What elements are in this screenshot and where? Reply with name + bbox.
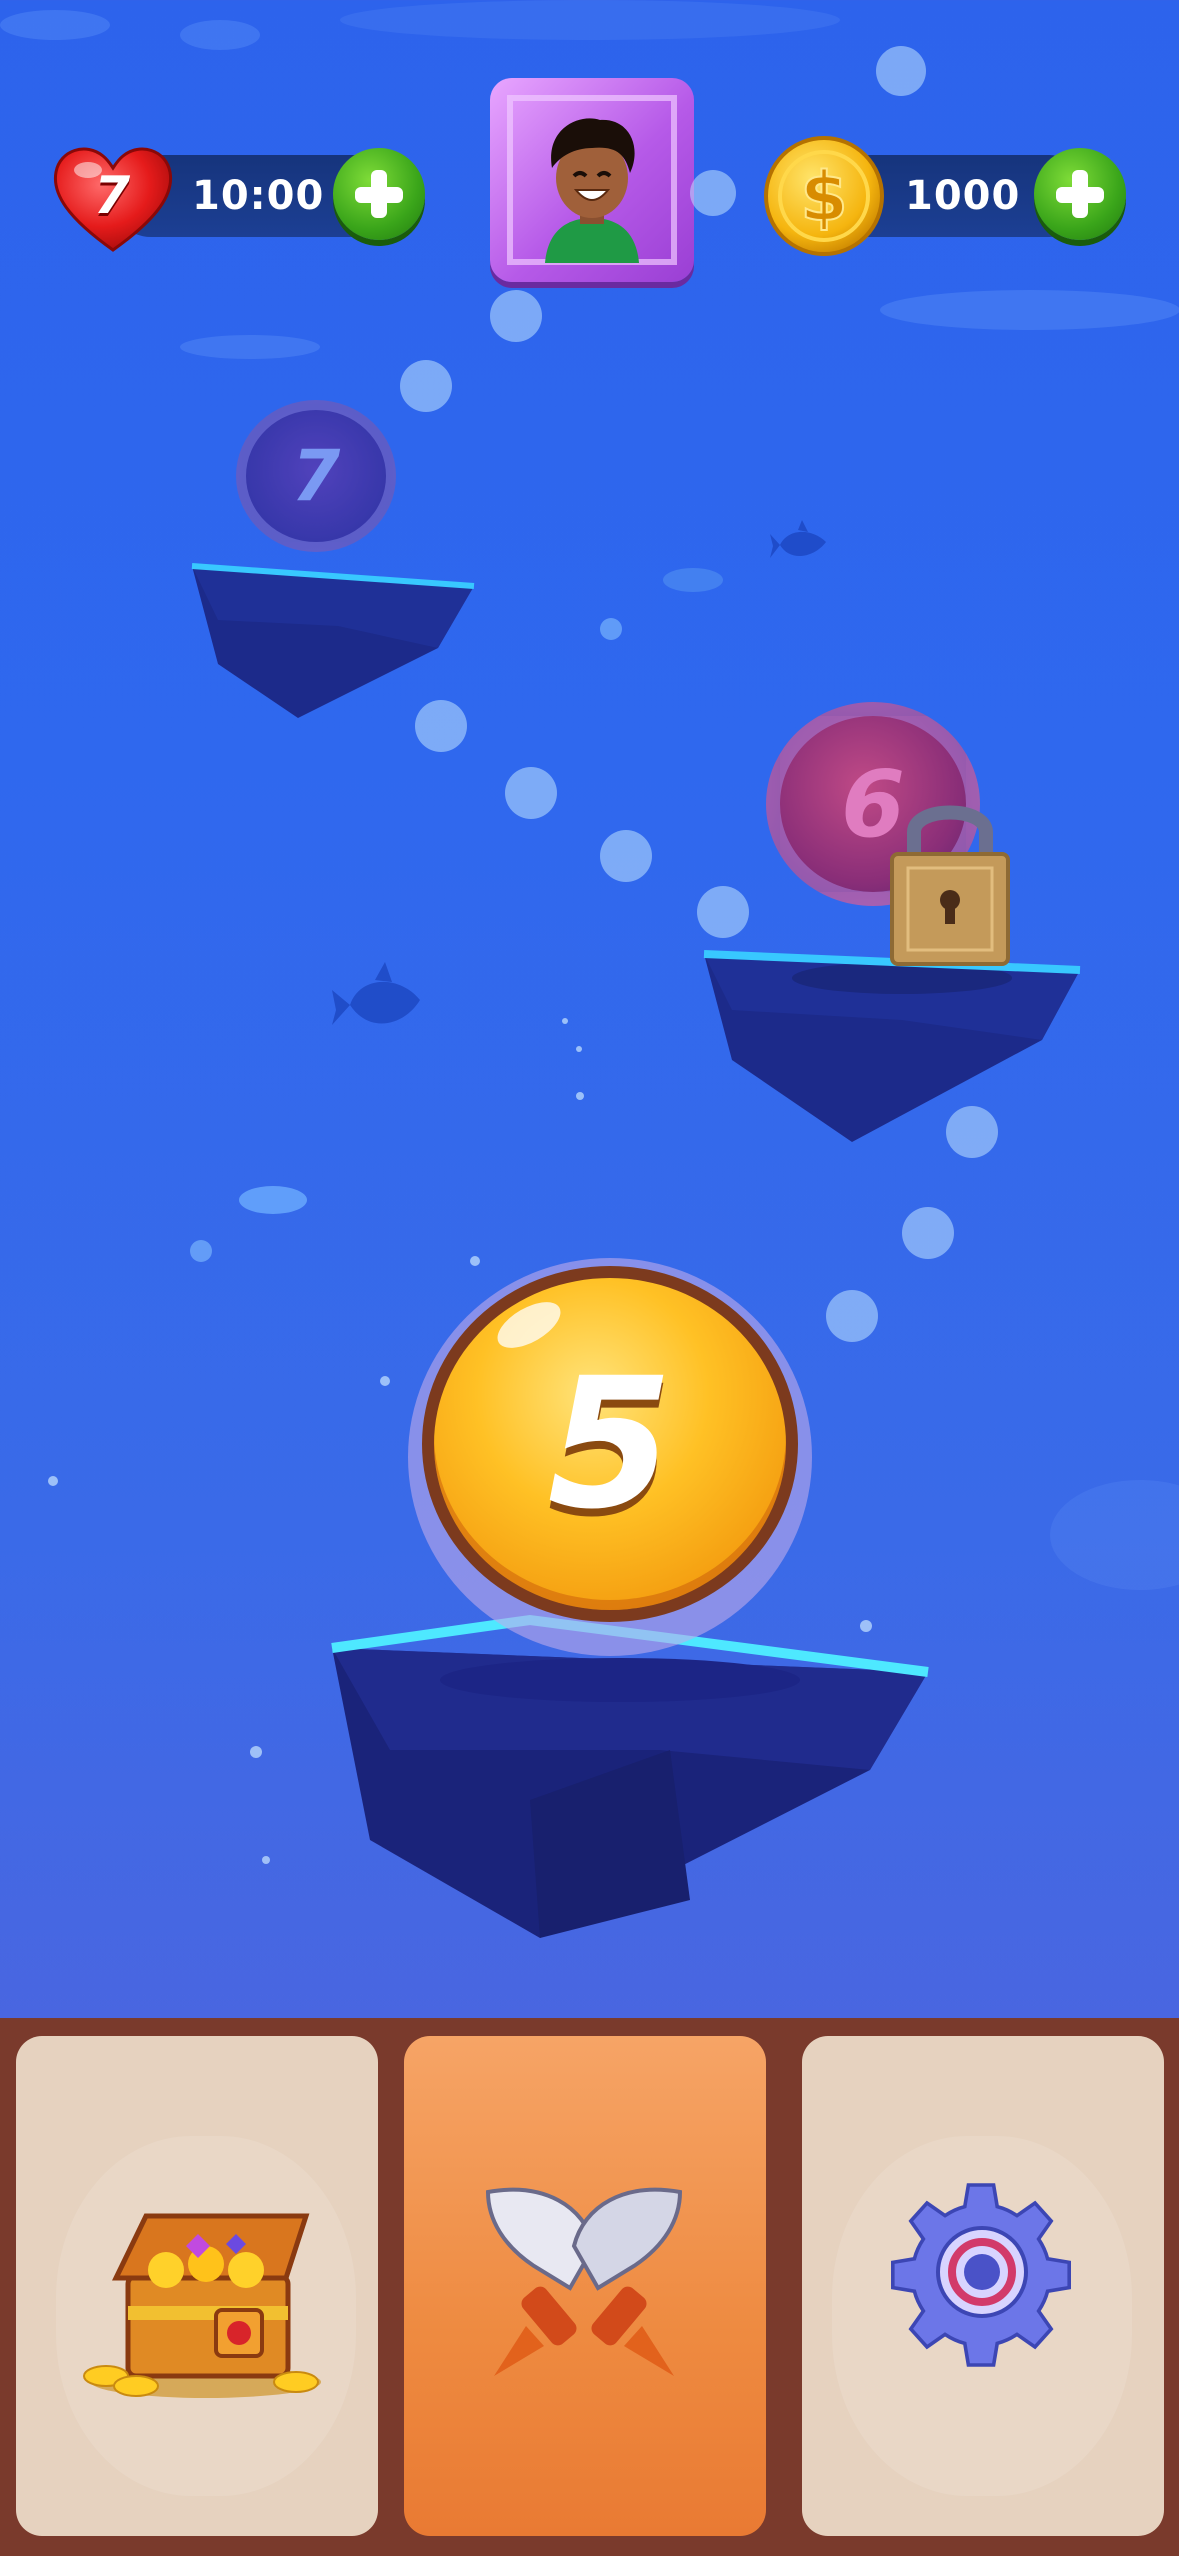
water-ripple: [180, 20, 260, 50]
water-ripple: [880, 290, 1179, 330]
water-ripple: [0, 10, 110, 40]
level-5-node[interactable]: 5: [422, 1266, 798, 1622]
svg-text:$: $: [800, 158, 847, 237]
sparkle: [48, 1476, 58, 1486]
water-ripple: [1050, 1480, 1179, 1590]
island-level-7: [191, 563, 475, 718]
player-avatar: [507, 95, 677, 265]
treasure-chest-icon: [83, 2213, 321, 2398]
coins-amount: 1000: [905, 173, 1021, 219]
jellyfish-icon: [663, 568, 723, 592]
sparkle: [562, 1018, 568, 1024]
path-bubble: [690, 170, 736, 216]
path-bubble: [826, 1290, 878, 1342]
sparkle: [190, 1240, 212, 1262]
fish-silhouette: [770, 520, 826, 558]
path-bubble: [400, 360, 452, 412]
coin-icon: $: [764, 136, 884, 256]
sparkle: [576, 1046, 582, 1052]
add-coins-button[interactable]: [1034, 148, 1126, 240]
sparkle: [262, 1856, 270, 1864]
tab-settings[interactable]: [802, 2036, 1164, 2536]
path-bubble: [876, 46, 926, 96]
lives-count: 7: [94, 166, 132, 226]
path-bubble: [902, 1207, 954, 1259]
path-bubble: [505, 767, 557, 819]
crossed-swords-icon: [485, 2187, 683, 2376]
tab-shop[interactable]: [16, 2036, 378, 2536]
path-bubble: [490, 290, 542, 342]
jellyfish-icon: [239, 1186, 307, 1214]
water-ripple: [340, 0, 840, 40]
path-bubble: [600, 830, 652, 882]
add-lives-button[interactable]: [333, 148, 425, 240]
sparkle: [470, 1256, 480, 1266]
player-avatar-button[interactable]: [490, 78, 694, 282]
lock-icon: [890, 805, 1010, 966]
level-7-number: 7: [291, 435, 341, 517]
sparkle: [250, 1746, 262, 1758]
level-5-number: 5: [547, 1339, 673, 1549]
sparkle: [380, 1376, 390, 1386]
water-ripple: [180, 335, 320, 359]
fish-silhouette: [332, 962, 420, 1025]
tab-battle[interactable]: [404, 2036, 766, 2536]
sparkle: [600, 618, 622, 640]
lives-timer: 10:00: [192, 173, 325, 219]
sparkle: [576, 1092, 584, 1100]
level-7-node[interactable]: 7: [236, 400, 396, 552]
settings-gear-icon: [891, 2183, 1072, 2367]
